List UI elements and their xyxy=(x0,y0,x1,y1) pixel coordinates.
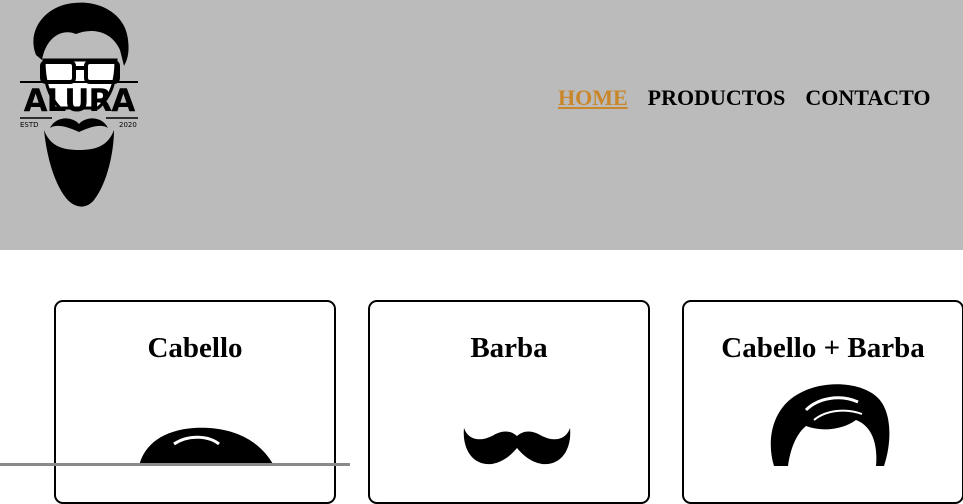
mustache-icon xyxy=(463,428,571,465)
product-title: Cabello xyxy=(147,332,243,364)
nav-contacto-link[interactable]: CONTACTO xyxy=(805,84,930,112)
product-card-cabello-barba[interactable]: Cabello + Barba xyxy=(682,300,963,504)
logo-est-label: ESTD xyxy=(20,121,39,129)
logo-brand-text: ALURA xyxy=(23,83,136,119)
product-title: Cabello + Barba xyxy=(721,332,925,364)
hair-icon xyxy=(139,427,274,466)
site-header: ALURA ESTD 2020 HOME PRODUCTOS CONTACTO xyxy=(0,0,963,250)
logo-year-label: 2020 xyxy=(119,121,137,129)
nav-productos-link[interactable]: PRODUCTOS xyxy=(648,84,786,112)
product-card-barba[interactable]: Barba xyxy=(368,300,650,504)
product-card-cabello[interactable]: Cabello xyxy=(54,300,336,504)
hair-icon xyxy=(770,384,890,466)
product-title: Barba xyxy=(470,332,548,364)
nav-home-link[interactable]: HOME xyxy=(558,84,628,112)
main-nav: HOME PRODUCTOS CONTACTO xyxy=(558,84,931,112)
alura-logo[interactable]: ALURA ESTD 2020 xyxy=(16,0,142,212)
